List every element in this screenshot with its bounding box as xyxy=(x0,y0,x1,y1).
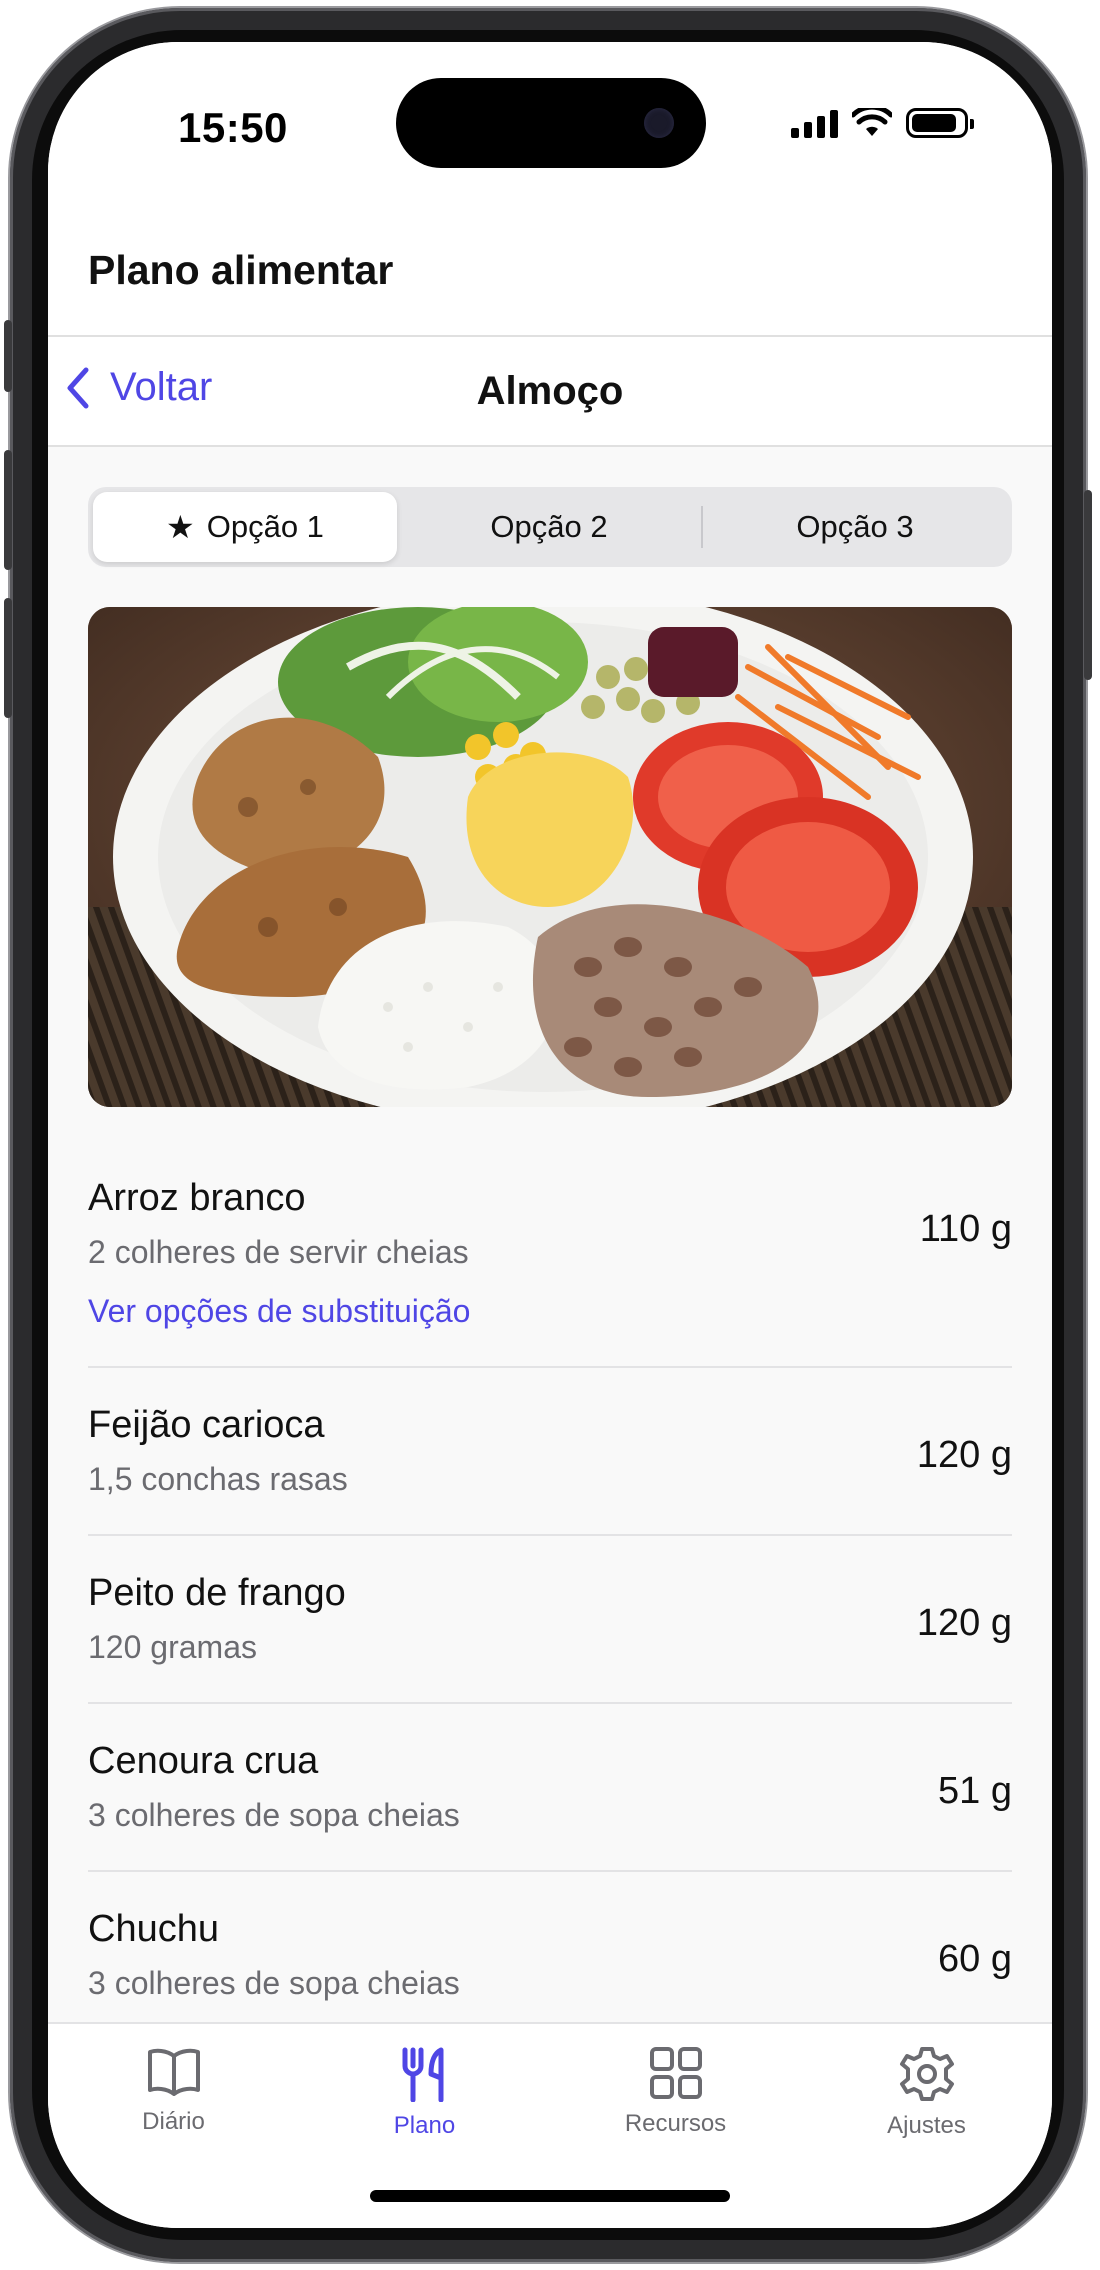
status-icons xyxy=(791,106,974,140)
food-portion: 120 gramas xyxy=(88,1629,257,1665)
gear-icon xyxy=(899,2047,954,2101)
fork-knife-icon xyxy=(402,2047,443,2102)
food-portion: 3 colheres de sopa cheias xyxy=(88,1965,460,2001)
book-icon xyxy=(147,2048,200,2096)
volume-down-button xyxy=(4,598,12,718)
list-item: Feijão carioca 1,5 conchas rasas 120 g xyxy=(88,1368,1012,1536)
segment-option-2[interactable]: Opção 2 xyxy=(397,492,701,562)
option-segmented-control: ★ Opção 1 Opção 2 Opção 3 xyxy=(88,487,1012,567)
home-indicator[interactable] xyxy=(370,2190,730,2202)
food-portion: 3 colheres de sopa cheias xyxy=(88,1797,460,1833)
app-title: Plano alimentar xyxy=(88,247,394,293)
segment-option-3[interactable]: Opção 3 xyxy=(703,492,1007,562)
segment-label: Opção 1 xyxy=(206,509,324,544)
grid-icon xyxy=(649,2047,702,2099)
food-name: Peito de frango xyxy=(88,1572,346,1614)
list-item: Cenoura crua 3 colheres de sopa cheias 5… xyxy=(88,1704,1012,1872)
camera-icon xyxy=(644,108,674,138)
food-quantity: 110 g xyxy=(919,1208,1012,1250)
food-list: Arroz branco 2 colheres de servir cheias… xyxy=(88,1132,1012,2040)
tab-label: Recursos xyxy=(624,2110,727,2137)
wifi-icon xyxy=(852,108,892,136)
tab-label: Diário xyxy=(142,2108,205,2135)
chevron-left-icon xyxy=(67,367,89,408)
tab-ajustes[interactable]: Ajustes xyxy=(801,2024,1052,2228)
food-name: Arroz branco xyxy=(88,1177,306,1219)
food-name: Feijão carioca xyxy=(88,1404,325,1446)
navigation-bar: Almoço Voltar xyxy=(48,337,1052,447)
segment-label: Opção 3 xyxy=(796,509,914,544)
battery-icon xyxy=(906,108,974,138)
back-button[interactable]: Voltar xyxy=(66,365,212,410)
tab-diario[interactable]: Diário xyxy=(48,2024,299,2228)
tab-label: Ajustes xyxy=(887,2112,966,2139)
food-quantity: 60 g xyxy=(938,1938,1012,1980)
food-name: Chuchu xyxy=(88,1908,219,1950)
action-button xyxy=(4,320,12,392)
meal-photo xyxy=(88,607,1012,1107)
app-header: Plano alimentar xyxy=(48,197,1052,337)
status-time: 15:50 xyxy=(178,104,288,151)
segment-option-1[interactable]: ★ Opção 1 xyxy=(93,492,397,562)
list-item: Chuchu 3 colheres de sopa cheias 60 g xyxy=(88,1872,1012,2040)
substitution-options-link[interactable]: Ver opções de substituição xyxy=(88,1293,1012,1330)
food-quantity: 120 g xyxy=(916,1434,1012,1476)
list-item: Arroz branco 2 colheres de servir cheias… xyxy=(88,1132,1012,1368)
meal-illustration xyxy=(88,607,1012,1107)
power-button xyxy=(1084,490,1092,680)
cellular-signal-icon xyxy=(791,108,838,138)
food-portion: 2 colheres de servir cheias xyxy=(88,1234,469,1270)
list-item: Peito de frango 120 gramas 120 g xyxy=(88,1536,1012,1704)
phone-screen: 15:50 Plano alimentar Almoço Voltar ★ Op… xyxy=(48,42,1052,2228)
segment-label: Opção 2 xyxy=(490,509,608,544)
food-portion: 1,5 conchas rasas xyxy=(88,1461,348,1497)
food-quantity: 120 g xyxy=(916,1602,1012,1644)
tab-label: Plano xyxy=(393,2112,456,2139)
food-name: Cenoura crua xyxy=(88,1740,319,1782)
volume-up-button xyxy=(4,450,12,570)
back-button-label: Voltar xyxy=(110,365,213,409)
star-icon: ★ xyxy=(166,509,195,545)
status-bar: 15:50 xyxy=(48,42,1052,197)
dynamic-island xyxy=(396,78,706,168)
food-quantity: 51 g xyxy=(938,1770,1012,1812)
